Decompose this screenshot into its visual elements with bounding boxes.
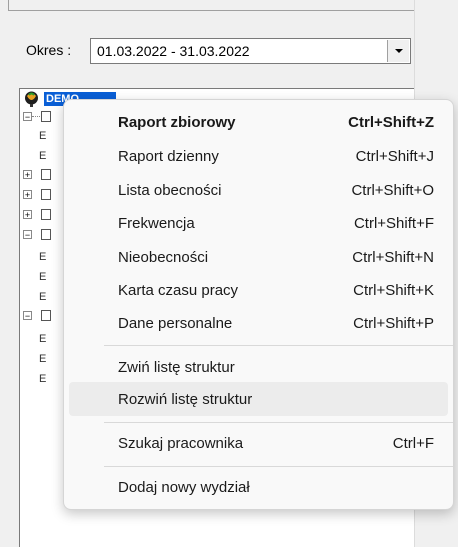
menu-item-shortcut: Ctrl+Shift+K <box>353 282 434 299</box>
menu-item-raport-zbiorowy[interactable]: Raport zbiorowy Ctrl+Shift+Z <box>69 105 448 139</box>
menu-item-rozwin-liste[interactable]: Rozwiń listę struktur <box>69 382 448 416</box>
context-menu: Raport zbiorowy Ctrl+Shift+Z Raport dzie… <box>63 99 454 510</box>
menu-item-frekwencja[interactable]: Frekwencja Ctrl+Shift+F <box>69 206 448 240</box>
tree-leaf-icon: E <box>39 291 47 303</box>
expand-toggle[interactable]: + <box>23 190 32 200</box>
tree-leaf-icon: E <box>39 353 47 365</box>
menu-item-label: Nieobecności <box>118 249 209 266</box>
menu-item-lista-obecnosci[interactable]: Lista obecności Ctrl+Shift+O <box>69 173 448 207</box>
balloon-icon <box>25 91 38 107</box>
menu-item-dodaj-wydzial[interactable]: Dodaj nowy wydział <box>69 470 448 504</box>
menu-item-karta-czasu-pracy[interactable]: Karta czasu pracy Ctrl+Shift+K <box>69 273 448 307</box>
menu-item-label: Rozwiń listę struktur <box>118 391 253 408</box>
folder-icon <box>41 189 51 200</box>
dropdown-button[interactable] <box>387 40 409 62</box>
menu-item-szukaj-pracownika[interactable]: Szukaj pracownika Ctrl+F <box>69 426 448 460</box>
folder-icon <box>41 111 51 122</box>
menu-item-label: Frekwencja <box>118 215 195 232</box>
tree-connector <box>32 116 40 117</box>
menu-item-label: Dane personalne <box>118 315 233 332</box>
menu-separator <box>104 345 453 346</box>
folder-icon <box>41 169 51 180</box>
expand-toggle[interactable]: + <box>23 170 32 180</box>
menu-item-nieobecnosci[interactable]: Nieobecności Ctrl+Shift+N <box>69 240 448 274</box>
tree-leaf-icon: E <box>39 130 47 142</box>
menu-item-dane-personalne[interactable]: Dane personalne Ctrl+Shift+P <box>69 306 448 340</box>
tree-leaf-icon: E <box>39 271 47 283</box>
chevron-down-icon <box>394 49 403 53</box>
folder-icon <box>41 229 51 240</box>
menu-item-shortcut: Ctrl+Shift+N <box>352 249 434 266</box>
panel-divider <box>8 10 415 11</box>
folder-icon <box>41 209 51 220</box>
period-label: Okres : <box>26 42 72 58</box>
collapse-toggle[interactable]: − <box>23 230 32 240</box>
menu-separator <box>104 422 453 423</box>
menu-item-shortcut: Ctrl+Shift+O <box>351 182 434 199</box>
menu-item-label: Raport dzienny <box>118 148 219 165</box>
period-select[interactable]: 01.03.2022 - 31.03.2022 <box>90 38 411 64</box>
menu-item-label: Raport zbiorowy <box>118 114 236 131</box>
tree-leaf-icon: E <box>39 373 47 385</box>
menu-item-label: Dodaj nowy wydział <box>118 479 250 496</box>
collapse-toggle[interactable]: − <box>23 112 32 122</box>
expand-toggle[interactable]: + <box>23 210 32 220</box>
tree-leaf-icon: E <box>39 251 47 263</box>
menu-separator <box>104 466 453 467</box>
tree-leaf-icon: E <box>39 150 47 162</box>
menu-item-shortcut: Ctrl+Shift+Z <box>348 114 434 131</box>
menu-item-label: Karta czasu pracy <box>118 282 239 299</box>
tree-leaf-icon: E <box>39 333 47 345</box>
menu-item-shortcut: Ctrl+Shift+P <box>353 315 434 332</box>
menu-item-label: Lista obecności <box>118 182 222 199</box>
folder-icon <box>41 310 51 321</box>
menu-item-shortcut: Ctrl+Shift+J <box>355 148 434 165</box>
period-value: 01.03.2022 - 31.03.2022 <box>97 43 250 59</box>
collapse-toggle[interactable]: − <box>23 311 32 321</box>
menu-item-zwin-liste[interactable]: Zwiń listę struktur <box>69 350 448 384</box>
menu-item-raport-dzienny[interactable]: Raport dzienny Ctrl+Shift+J <box>69 139 448 173</box>
menu-item-label: Zwiń listę struktur <box>118 359 235 376</box>
menu-item-label: Szukaj pracownika <box>118 435 244 452</box>
menu-item-shortcut: Ctrl+Shift+F <box>353 215 434 232</box>
menu-item-shortcut: Ctrl+F <box>392 435 434 452</box>
